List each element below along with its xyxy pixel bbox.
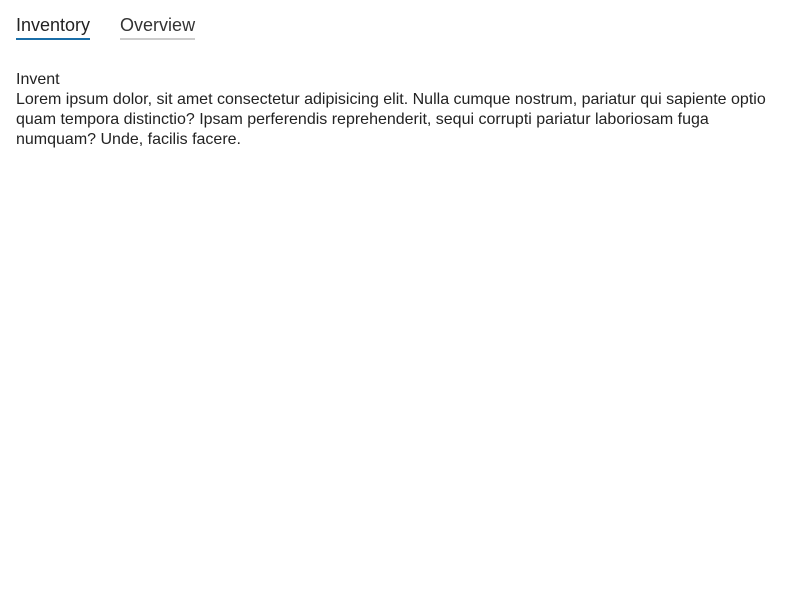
- tab-panel: Invent Lorem ipsum dolor, sit amet conse…: [16, 70, 776, 150]
- panel-title: Invent: [16, 71, 60, 88]
- panel-text: Lorem ipsum dolor, sit amet consectetur …: [16, 91, 766, 148]
- tab-inventory[interactable]: Inventory: [16, 12, 91, 40]
- tab-bar: Inventory Overview: [16, 12, 196, 42]
- tab-overview[interactable]: Overview: [120, 12, 196, 40]
